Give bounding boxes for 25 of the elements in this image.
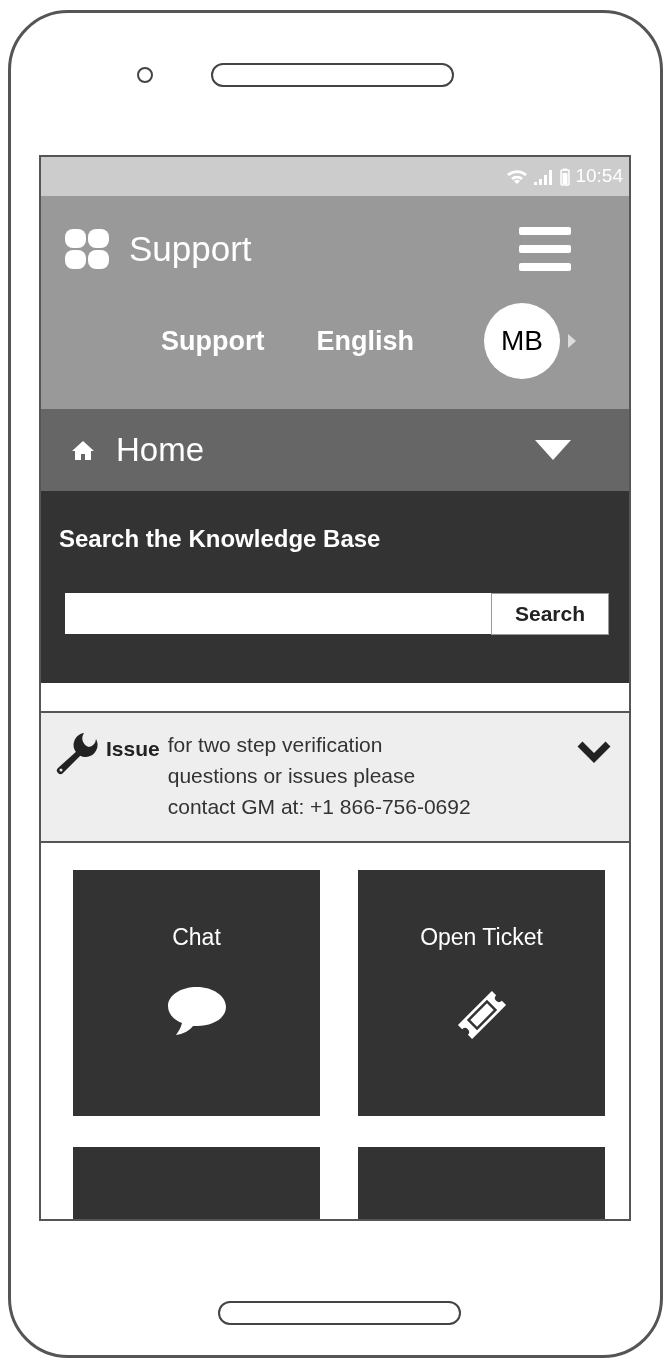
action-tile[interactable]: Open Ticket	[358, 870, 605, 1116]
nav-label: Home	[116, 430, 205, 471]
user-avatar[interactable]: MB	[484, 303, 560, 379]
search-button[interactable]: Search	[491, 593, 609, 635]
home-icon	[72, 440, 94, 460]
action-tile[interactable]: Chat	[73, 870, 320, 1116]
app-title: Support	[129, 227, 252, 270]
search-field[interactable]	[65, 593, 491, 634]
battery-icon	[560, 167, 571, 186]
notice-text: for two step verification questions or issues please contact GM at: +1 866-756-0692	[167, 732, 471, 820]
home-button[interactable]	[218, 1301, 461, 1325]
dropdown-caret-icon[interactable]	[535, 440, 571, 460]
nav-bar[interactable]: Home	[41, 409, 629, 491]
chevron-down-icon[interactable]	[577, 741, 611, 763]
search-heading: Search the Knowledge Base	[59, 524, 382, 554]
tile-label: Chat	[172, 923, 221, 952]
tile-label: Open Ticket	[420, 923, 543, 952]
speech-bubble-icon	[165, 984, 228, 1037]
wifi-icon	[506, 168, 529, 185]
menu-button[interactable]	[519, 227, 571, 271]
camera-icon	[137, 67, 153, 83]
notice-label: Issue	[106, 736, 160, 762]
wrench-icon	[56, 733, 100, 775]
caret-right-icon	[568, 334, 576, 348]
logo-icon	[65, 229, 109, 269]
